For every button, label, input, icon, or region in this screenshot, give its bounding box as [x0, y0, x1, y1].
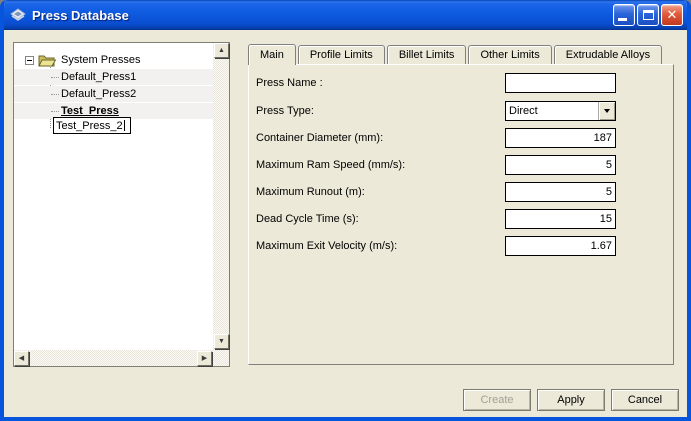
tree-item-rename-input[interactable]: Test_Press_2: [53, 117, 131, 134]
max-runout-input[interactable]: [505, 182, 616, 202]
tree-item-default-press1[interactable]: Default_Press1: [14, 69, 213, 85]
tree-item-label: Test_Press_2: [56, 120, 123, 132]
tree-connector-stub: [51, 77, 59, 78]
app-icon: [9, 6, 27, 24]
tree-item-label: Test_Press: [61, 105, 119, 117]
dialog-buttons: Create Apply Cancel: [463, 389, 679, 411]
scrollbar-corner: [213, 350, 229, 366]
dead-cycle-time-input[interactable]: [505, 209, 616, 229]
tab-strip: Main Profile Limits Billet Limits Other …: [248, 45, 664, 65]
press-tree-panel: System Presses Default_Press1 Default_Pr…: [13, 42, 230, 367]
tab-other-limits[interactable]: Other Limits: [468, 45, 551, 64]
scroll-down-icon[interactable]: ▼: [214, 334, 229, 349]
press-name-label: Press Name :: [256, 77, 505, 89]
press-tree: System Presses Default_Press1 Default_Pr…: [14, 43, 213, 350]
container-diameter-input[interactable]: [505, 128, 616, 148]
tree-item-label: System Presses: [61, 54, 140, 66]
folder-open-icon: [38, 54, 56, 67]
tab-main[interactable]: Main: [248, 44, 296, 65]
dead-cycle-time-label: Dead Cycle Time (s):: [256, 213, 505, 225]
tree-connector-stub: [51, 111, 59, 112]
dialog-client-area: System Presses Default_Press1 Default_Pr…: [4, 30, 687, 417]
scroll-left-icon[interactable]: ◀: [14, 351, 29, 366]
cancel-button[interactable]: Cancel: [611, 389, 679, 411]
window-title: Press Database: [32, 8, 129, 23]
titlebar[interactable]: Press Database ✕: [0, 0, 691, 30]
combo-dropdown-button[interactable]: [598, 102, 615, 120]
press-name-input[interactable]: [505, 73, 616, 93]
max-exit-velocity-label: Maximum Exit Velocity (m/s):: [256, 240, 505, 252]
chevron-down-icon: [604, 109, 610, 113]
close-button[interactable]: ✕: [661, 4, 683, 26]
max-ram-speed-label: Maximum Ram Speed (mm/s):: [256, 159, 505, 171]
press-database-window: Press Database ✕ System Presses: [0, 0, 691, 421]
tab-billet-limits[interactable]: Billet Limits: [387, 45, 467, 64]
apply-button[interactable]: Apply: [537, 389, 605, 411]
maximize-button[interactable]: [637, 4, 659, 26]
scroll-right-icon[interactable]: ▶: [197, 351, 212, 366]
max-exit-velocity-input[interactable]: [505, 236, 616, 256]
tab-profile-limits[interactable]: Profile Limits: [298, 45, 385, 64]
scroll-up-icon[interactable]: ▲: [214, 43, 229, 58]
max-runout-label: Maximum Runout (m):: [256, 186, 505, 198]
collapse-icon[interactable]: [25, 56, 34, 65]
max-ram-speed-input[interactable]: [505, 155, 616, 175]
minimize-icon: [618, 18, 627, 21]
tree-item-default-press2[interactable]: Default_Press2: [14, 86, 213, 102]
tree-horizontal-scrollbar[interactable]: [14, 350, 213, 366]
create-button[interactable]: Create: [463, 389, 531, 411]
tree-item-system-presses[interactable]: System Presses: [14, 52, 213, 68]
text-caret: [124, 120, 125, 131]
press-type-label: Press Type:: [256, 105, 505, 117]
press-type-value: Direct: [506, 105, 598, 117]
tab-panel-main: Press Name : Press Type: Direct Containe…: [248, 64, 674, 365]
tab-extrudable-alloys[interactable]: Extrudable Alloys: [554, 45, 662, 64]
container-diameter-label: Container Diameter (mm):: [256, 132, 505, 144]
tree-item-label: Default_Press2: [61, 88, 136, 100]
tree-vertical-scrollbar[interactable]: [213, 43, 229, 350]
tree-connector-stub: [51, 94, 59, 95]
minimize-button[interactable]: [613, 4, 635, 26]
close-icon: ✕: [662, 5, 682, 25]
tree-item-label: Default_Press1: [61, 71, 136, 83]
press-type-select[interactable]: Direct: [505, 101, 616, 121]
maximize-icon: [643, 10, 654, 20]
